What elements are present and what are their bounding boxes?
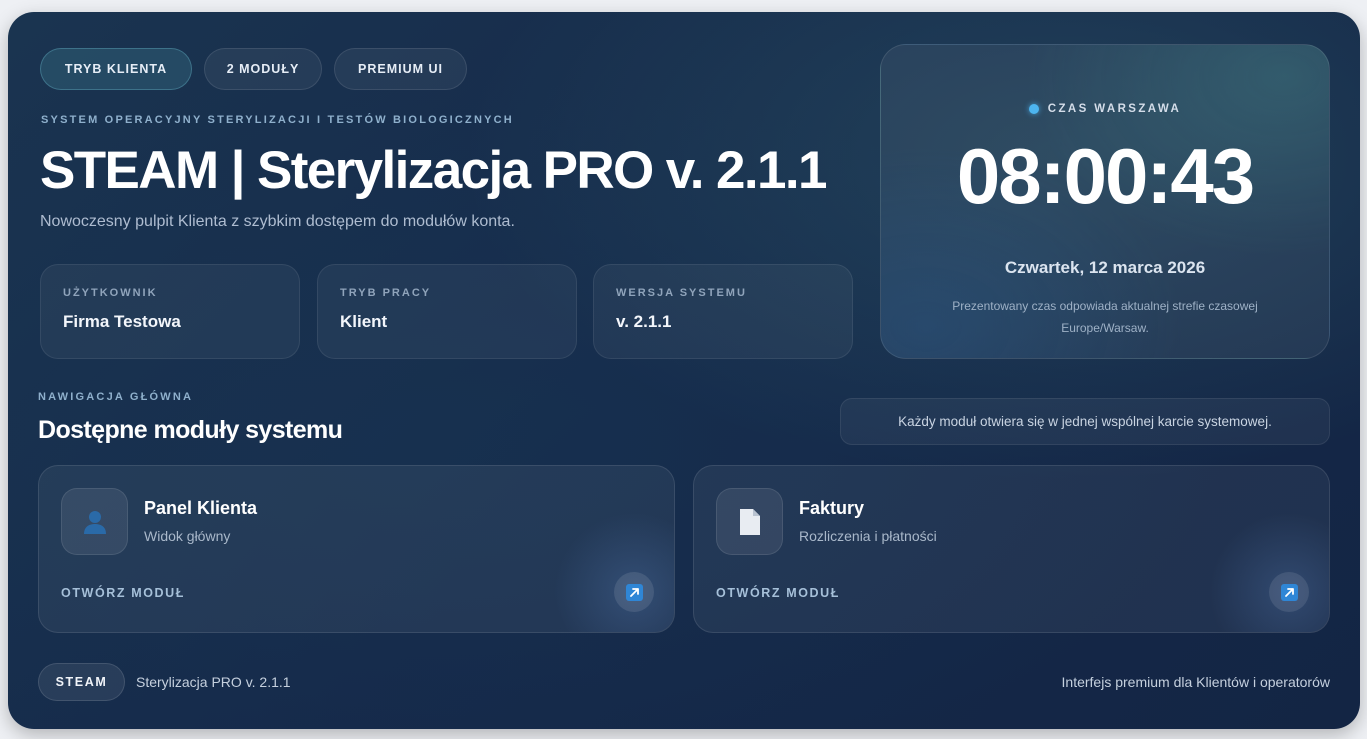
tag-premium-ui[interactable]: PREMIUM UI: [334, 48, 467, 90]
external-arrow-icon: [1280, 583, 1298, 601]
open-module-button[interactable]: [1269, 572, 1309, 612]
module-glow: [1209, 512, 1329, 632]
info-card-mode: TRYB PRACY Klient: [317, 264, 577, 359]
clock-date: Czwartek, 12 marca 2026: [1004, 258, 1206, 277]
open-module-link[interactable]: OTWÓRZ MODUŁ: [716, 586, 840, 600]
dashboard-window: TRYB KLIENTA 2 MODUŁY PREMIUM UI SYSTEM …: [8, 12, 1360, 729]
page-subtitle: Nowoczesny pulpit Klienta z szybkim dost…: [40, 213, 515, 230]
document-icon: [739, 508, 760, 535]
module-icon-tile: [61, 488, 128, 555]
info-value: Firma Testowa: [63, 312, 181, 331]
module-subtitle: Widok główny: [144, 528, 231, 544]
clock-label: CZAS WARSZAWA: [881, 103, 1329, 115]
system-eyebrow: SYSTEM OPERACYJNY STERYLIZACJI I TESTÓW …: [41, 114, 514, 126]
module-icon-tile: [716, 488, 783, 555]
navigation-eyebrow: NAWIGACJA GŁÓWNA: [38, 391, 194, 403]
module-subtitle: Rozliczenia i płatności: [799, 528, 937, 544]
open-module-link[interactable]: OTWÓRZ MODUŁ: [61, 586, 185, 600]
footer-tagline: Interfejs premium dla Klientów i operato…: [1061, 674, 1330, 690]
info-value: Klient: [340, 312, 388, 331]
user-icon: [83, 510, 106, 534]
footer-product-name: Sterylizacja PRO v. 2.1.1: [136, 674, 291, 690]
clock-time: 08:00:43: [956, 132, 1255, 220]
modules-section-title: Dostępne moduły systemu: [38, 416, 343, 444]
clock-note: Prezentowany czas odpowiada aktualnej st…: [952, 299, 1258, 335]
info-label: TRYB PRACY: [340, 287, 432, 299]
info-card-version: WERSJA SYSTEMU v. 2.1.1: [593, 264, 853, 359]
tag-client-mode[interactable]: TRYB KLIENTA: [40, 48, 192, 90]
info-value: v. 2.1.1: [616, 312, 672, 331]
page-title: STEAM | Sterylizacja PRO v. 2.1.1: [40, 141, 827, 200]
info-label: WERSJA SYSTEMU: [616, 287, 747, 299]
footer-badge: STEAM: [38, 663, 125, 701]
module-title: Panel Klienta: [144, 498, 258, 518]
module-card-client-panel[interactable]: Panel Klienta Widok główny OTWÓRZ MODUŁ: [38, 465, 675, 633]
info-label: UŻYTKOWNIK: [63, 287, 158, 299]
tag-modules-count[interactable]: 2 MODUŁY: [204, 48, 322, 90]
clock-card: CZAS WARSZAWA 08:00:43 Czwartek, 12 marc…: [880, 44, 1330, 359]
open-module-button[interactable]: [614, 572, 654, 612]
modules-hint: Każdy moduł otwiera się w jednej wspólne…: [840, 398, 1330, 445]
status-dot-icon: [1028, 104, 1039, 114]
external-arrow-icon: [625, 583, 643, 601]
clock-label-text: CZAS WARSZAWA: [1047, 103, 1182, 115]
module-title: Faktury: [799, 498, 865, 518]
module-card-invoices[interactable]: Faktury Rozliczenia i płatności OTWÓRZ M…: [693, 465, 1330, 633]
info-card-user: UŻYTKOWNIK Firma Testowa: [40, 264, 300, 359]
module-glow: [554, 512, 674, 632]
